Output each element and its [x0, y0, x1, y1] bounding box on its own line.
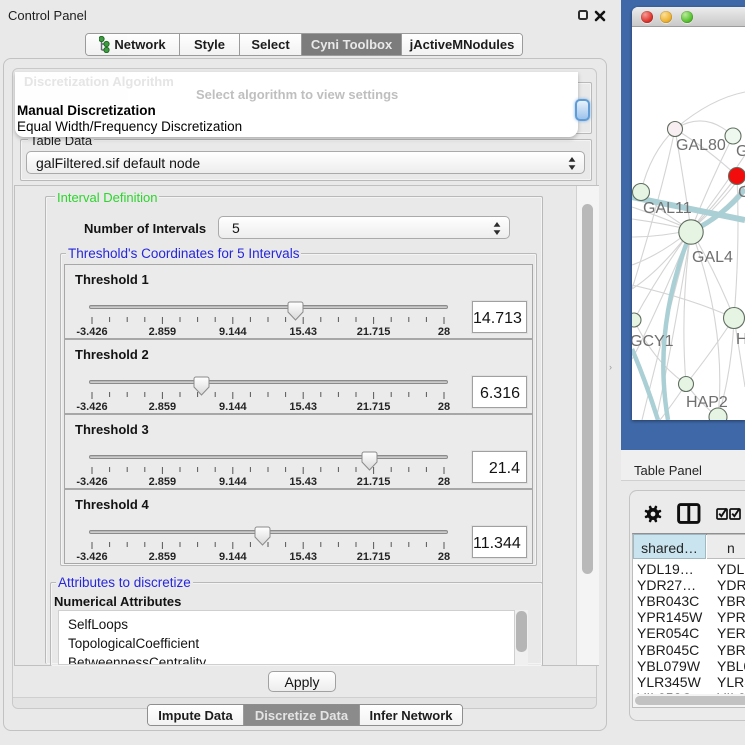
- svg-text:GAL4: GAL4: [692, 249, 733, 266]
- svg-text:GCY1: GCY1: [632, 333, 674, 350]
- svg-text:C: C: [738, 184, 745, 201]
- svg-text:H: H: [736, 331, 745, 348]
- svg-text:GAL11: GAL11: [643, 200, 692, 217]
- svg-text:HAP2: HAP2: [686, 394, 728, 411]
- svg-text:GA: GA: [736, 143, 745, 160]
- svg-text:GAL80: GAL80: [676, 137, 726, 154]
